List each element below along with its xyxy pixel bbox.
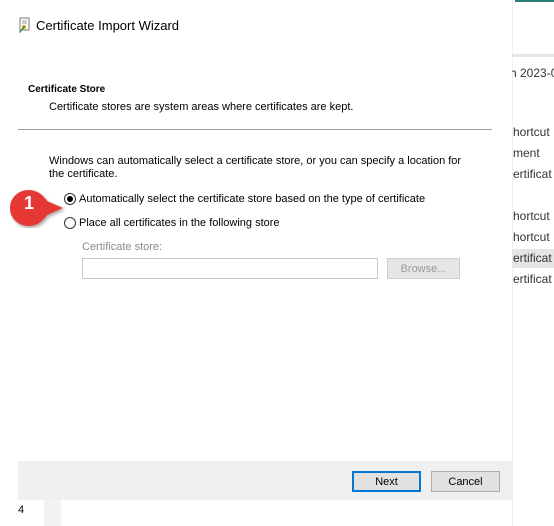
manual-store-option[interactable]: Place all certificates in the following …: [64, 217, 280, 229]
background-list-item: ertificat: [513, 251, 552, 265]
certificate-wizard-icon: [19, 17, 30, 33]
intro-text: Windows can automatically select a certi…: [49, 155, 462, 180]
background-list-item: hortcut: [513, 209, 550, 223]
section-description: Certificate stores are system areas wher…: [49, 101, 354, 113]
header-divider: [18, 129, 492, 130]
background-accent-line: [515, 0, 554, 2]
auto-select-label: Automatically select the certificate sto…: [79, 193, 426, 205]
section-title: Certificate Store: [28, 84, 106, 95]
certificate-import-wizard-dialog: Certificate Import Wizard Certificate St…: [0, 0, 512, 526]
page-number: 4: [18, 504, 25, 516]
background-strip: [44, 500, 61, 526]
background-list-item: ertificat: [513, 167, 552, 181]
auto-select-store-option[interactable]: Automatically select the certificate sto…: [64, 193, 425, 205]
next-button[interactable]: Next: [352, 471, 421, 492]
background-list-item: ertificat: [513, 272, 552, 286]
background-toolbar-strip: [512, 54, 554, 57]
certificate-store-field: [82, 258, 378, 279]
window-title: Certificate Import Wizard: [36, 18, 180, 33]
certificate-store-label: Certificate store:: [82, 241, 163, 253]
step-marker-number: 1: [23, 193, 34, 213]
background-list-item: hortcut: [513, 230, 550, 244]
background-list-item: h 2023-0: [510, 66, 554, 80]
manual-store-label: Place all certificates in the following …: [79, 217, 280, 229]
background-list-item: ment: [513, 146, 540, 160]
browse-button: Browse...: [387, 258, 460, 279]
background-list-item: hortcut: [513, 125, 550, 139]
cancel-button[interactable]: Cancel: [431, 471, 500, 492]
